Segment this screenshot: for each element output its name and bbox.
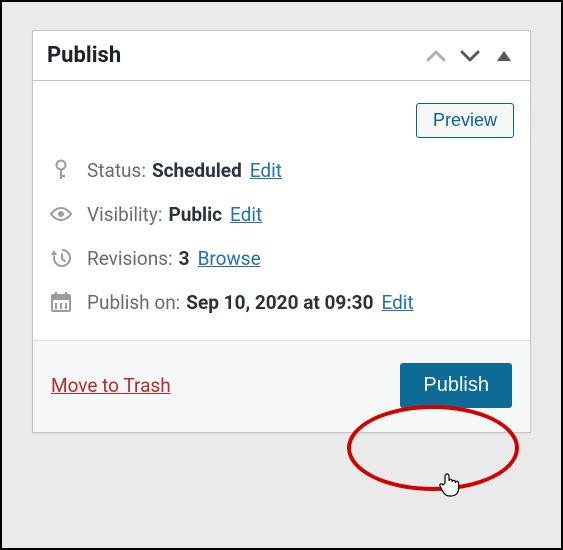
- history-icon: [49, 246, 73, 270]
- visibility-edit-link[interactable]: Edit: [230, 203, 262, 226]
- revisions-browse-link[interactable]: Browse: [198, 247, 261, 270]
- screenshot-frame: Publish Preview Status: Scheduled Ed: [0, 0, 563, 550]
- publish-button[interactable]: Publish: [400, 363, 512, 408]
- move-to-trash-link[interactable]: Move to Trash: [51, 374, 171, 397]
- status-row: Status: Scheduled Edit: [49, 158, 514, 182]
- status-edit-link[interactable]: Edit: [250, 159, 282, 182]
- order-up-icon[interactable]: [424, 45, 448, 67]
- metabox-header: Publish: [33, 31, 530, 81]
- schedule-edit-link[interactable]: Edit: [381, 291, 413, 314]
- publish-metabox: Publish Preview Status: Scheduled Ed: [32, 30, 531, 433]
- schedule-value: Sep 10, 2020 at 09:30: [186, 291, 373, 314]
- calendar-icon: [49, 290, 73, 314]
- eye-icon: [49, 202, 73, 226]
- cursor-hand-icon: [438, 471, 460, 497]
- visibility-row: Visibility: Public Edit: [49, 202, 514, 226]
- schedule-row: Publish on: Sep 10, 2020 at 09:30 Edit: [49, 290, 514, 314]
- collapse-toggle-icon[interactable]: [492, 45, 516, 67]
- status-label: Status:: [87, 159, 146, 182]
- preview-row: Preview: [49, 103, 514, 138]
- metabox-footer: Move to Trash Publish: [33, 340, 530, 432]
- metabox-body: Preview Status: Scheduled Edit Visibilit…: [33, 81, 530, 340]
- revisions-row: Revisions: 3 Browse: [49, 246, 514, 270]
- order-down-icon[interactable]: [458, 45, 482, 67]
- revisions-label: Revisions:: [87, 247, 173, 270]
- status-value: Scheduled: [152, 159, 242, 182]
- metabox-title: Publish: [47, 43, 414, 68]
- revisions-value: 3: [179, 247, 190, 270]
- preview-button[interactable]: Preview: [416, 103, 514, 138]
- visibility-label: Visibility:: [87, 203, 162, 226]
- key-icon: [49, 158, 73, 182]
- visibility-value: Public: [168, 203, 222, 226]
- schedule-label: Publish on:: [87, 291, 180, 314]
